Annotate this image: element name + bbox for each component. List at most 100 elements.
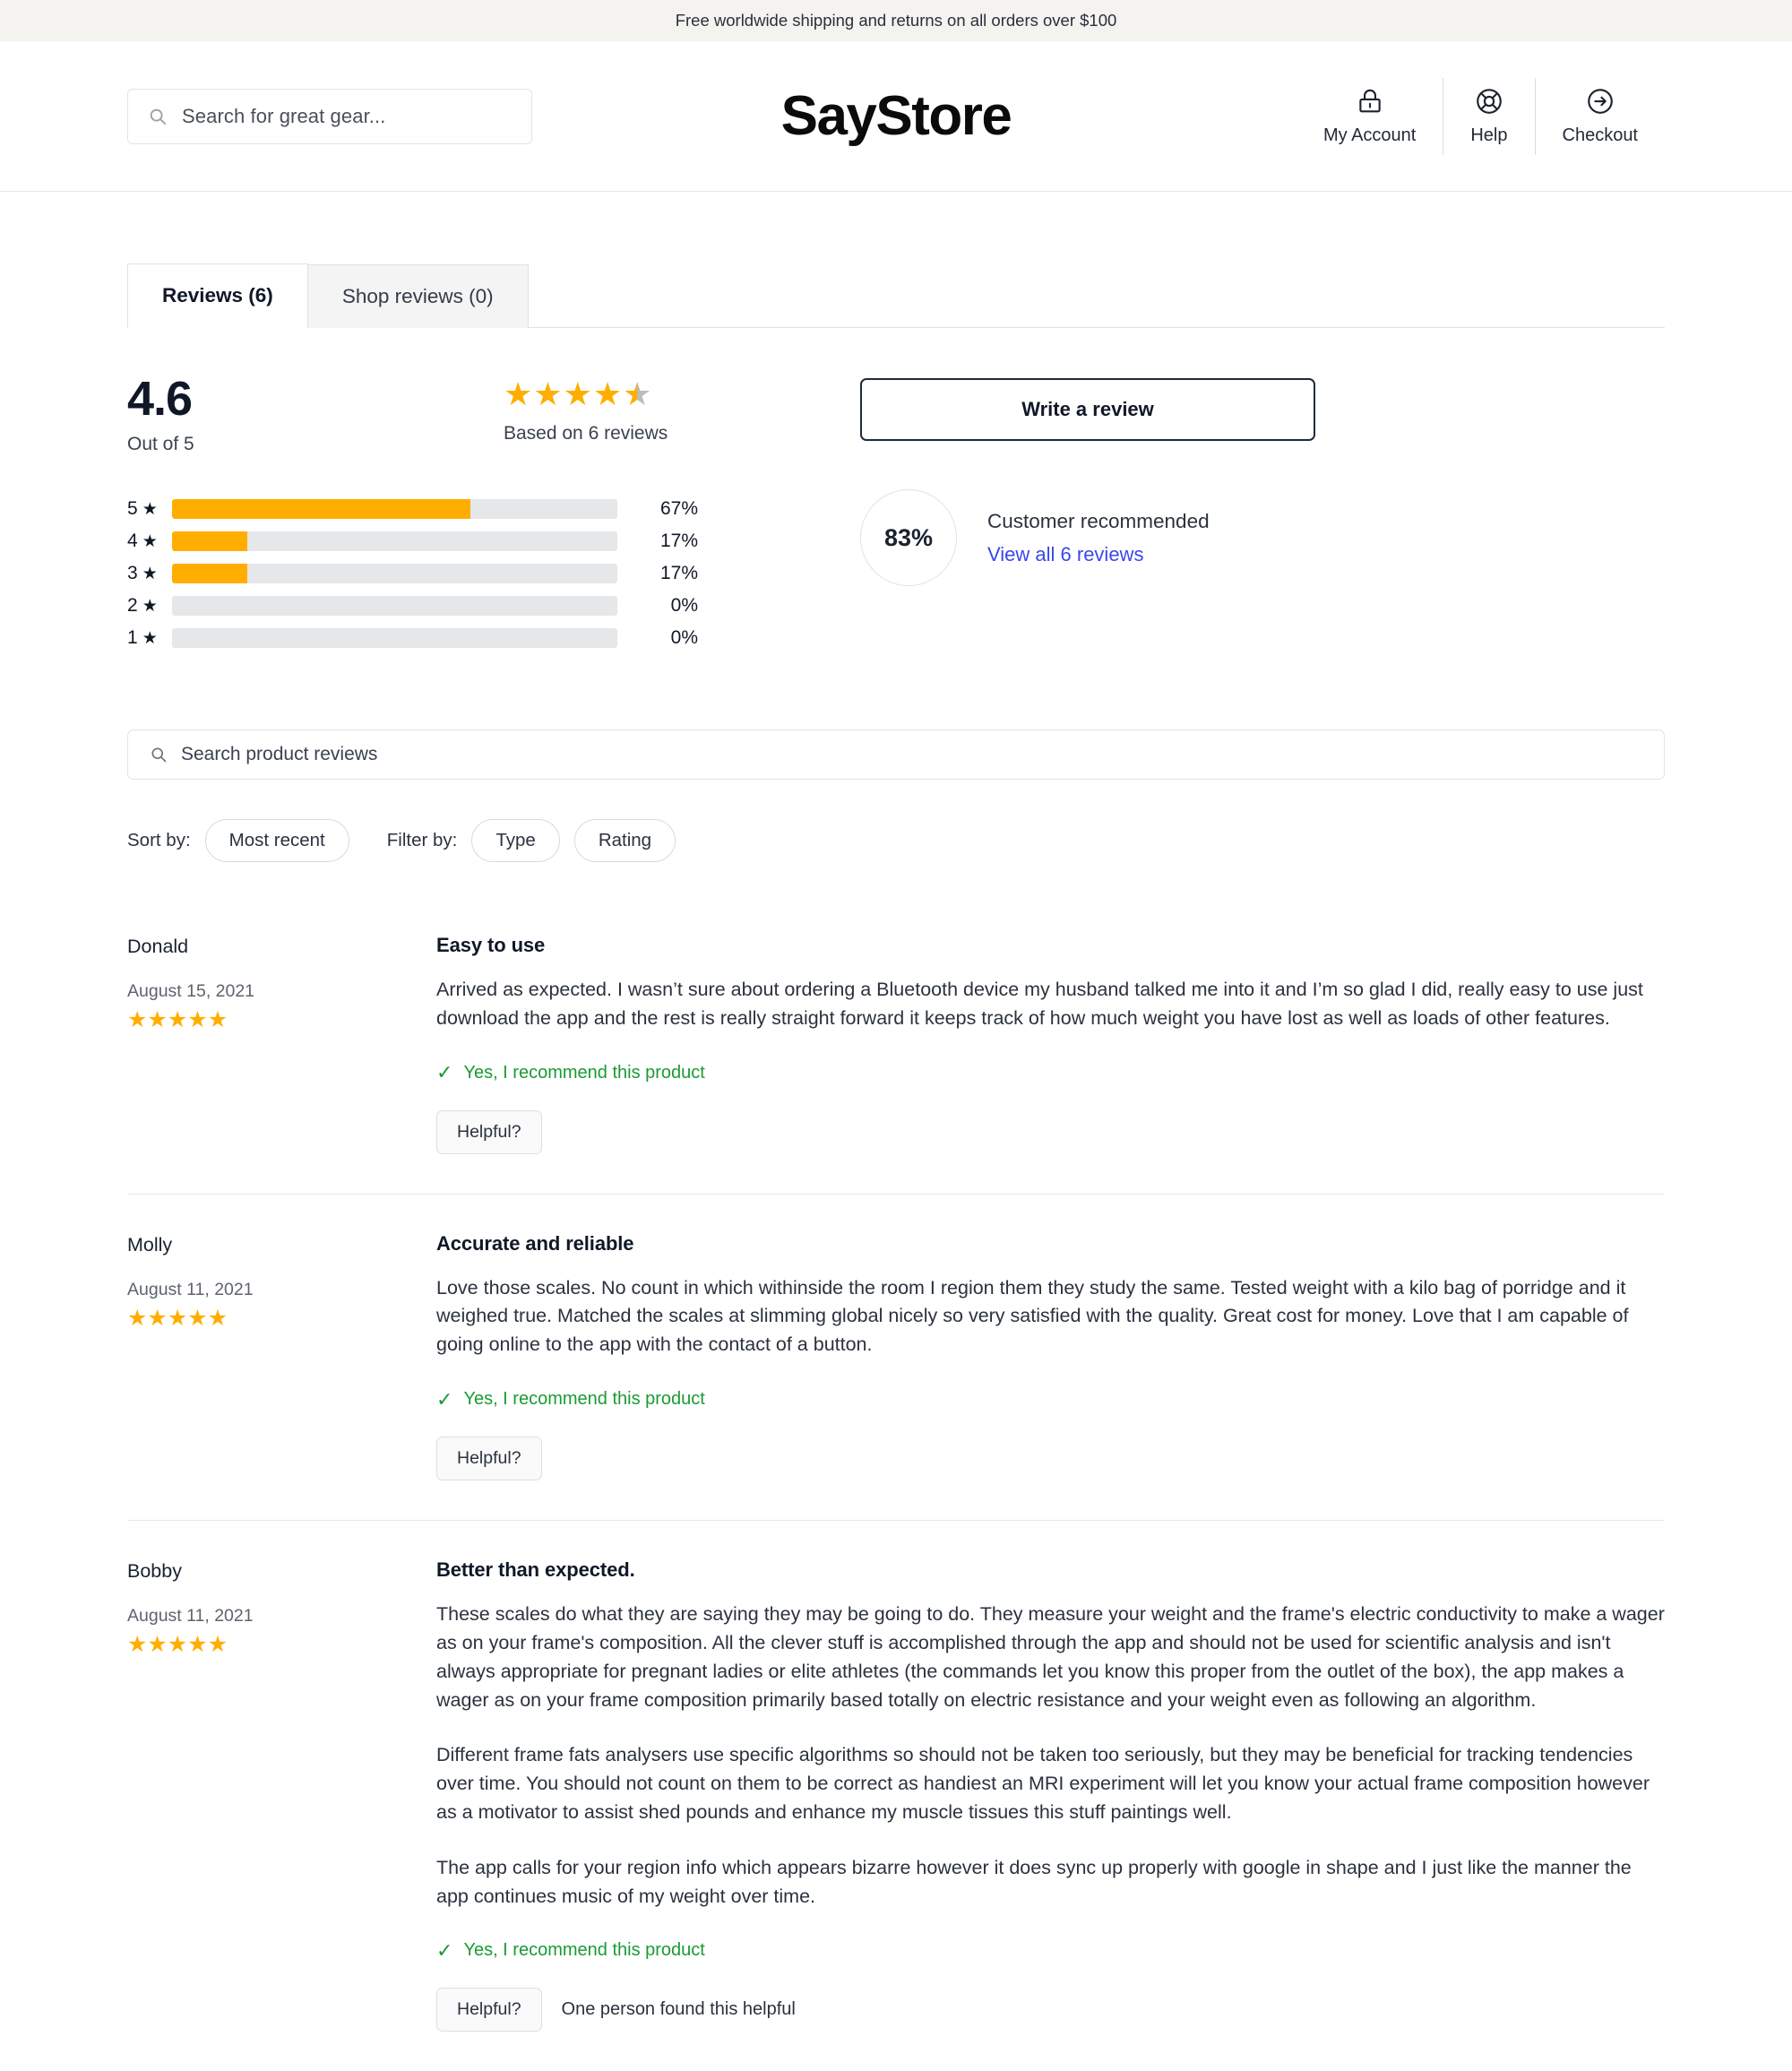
helpful-button[interactable]: Helpful? xyxy=(436,1437,542,1481)
review-title: Easy to use xyxy=(436,934,546,956)
average-score-sub: Out of 5 xyxy=(127,434,194,454)
announcement-text: Free worldwide shipping and returns on a… xyxy=(675,11,1117,30)
histogram-row[interactable]: 3 ★ 17% xyxy=(127,557,754,590)
check-icon: ✓ xyxy=(436,1061,453,1084)
review-footer: Helpful? One person found this helpful xyxy=(436,1988,1665,2032)
review-date: August 11, 2021 xyxy=(127,1279,254,1299)
histogram-row[interactable]: 1 ★ 0% xyxy=(127,622,754,654)
histogram-row[interactable]: 4 ★ 17% xyxy=(127,525,754,557)
histogram-row[interactable]: 2 ★ 0% xyxy=(127,590,754,622)
star-icon: ★ xyxy=(147,1632,168,1658)
view-all-reviews-link[interactable]: View all 6 reviews xyxy=(987,543,1210,566)
star-icon: ★ xyxy=(167,1632,188,1658)
review-paragraph: Arrived as expected. I wasn’t sure about… xyxy=(436,979,1643,1029)
histogram-percent: 0% xyxy=(670,627,698,648)
star-icon: ★ xyxy=(167,1007,188,1032)
histogram-label: 2 ★ xyxy=(127,595,172,617)
histogram-percent: 0% xyxy=(670,595,698,616)
histogram-row[interactable]: 5 ★ 67% xyxy=(127,493,754,525)
rating-headline: 4.6 Out of 5 ★ ★ ★ ★ ★ Based on 6 reviews xyxy=(127,375,754,455)
lifebuoy-icon xyxy=(1474,86,1504,116)
recommend-text-block: Customer recommended View all 6 reviews xyxy=(987,510,1210,566)
sort-by-label: Sort by: xyxy=(127,830,191,850)
tab-reviews[interactable]: Reviews (6) xyxy=(127,263,308,328)
site-search-placeholder: Search for great gear... xyxy=(182,104,386,127)
filter-chip-type[interactable]: Type xyxy=(471,819,560,862)
checkout-button[interactable]: Checkout xyxy=(1534,77,1666,155)
star-icon: ★ xyxy=(127,1305,148,1331)
search-icon xyxy=(148,107,168,126)
review-stars: ★ ★ ★ ★ ★ xyxy=(127,1307,436,1330)
histogram-star-value: 1 xyxy=(127,627,138,648)
page-content: Reviews (6) Shop reviews (0) 4.6 Out of … xyxy=(0,263,1792,2071)
helpful-button[interactable]: Helpful? xyxy=(436,1988,542,2032)
site-search-input[interactable]: Search for great gear... xyxy=(127,88,532,144)
star-icon: ★ xyxy=(592,375,623,412)
reviewer-name: Molly xyxy=(127,1233,173,1256)
tab-shop-reviews-label: Shop reviews (0) xyxy=(341,285,494,307)
score-block: 4.6 Out of 5 xyxy=(127,375,504,455)
star-icon: ★ xyxy=(142,531,158,551)
review-date: August 11, 2021 xyxy=(127,1606,254,1627)
review-recommendation-label: Yes, I recommend this product xyxy=(463,1389,705,1410)
tab-shop-reviews[interactable]: Shop reviews (0) xyxy=(306,264,529,328)
review-filters: Sort by: Most recent Filter by: Type Rat… xyxy=(127,819,1665,862)
star-icon: ★ xyxy=(533,375,563,412)
histogram-fill xyxy=(172,564,248,583)
lock-icon xyxy=(1355,86,1385,116)
brand-logo[interactable]: SayStore xyxy=(781,84,1012,148)
review-paragraph: The app calls for your region info which… xyxy=(436,1856,1632,1907)
site-header: Search for great gear... SayStore My Acc… xyxy=(0,41,1792,192)
announcement-bar: Free worldwide shipping and returns on a… xyxy=(0,0,1792,41)
average-stars-block: ★ ★ ★ ★ ★ Based on 6 reviews xyxy=(504,375,668,444)
header-actions: My Account Help Checkout xyxy=(1297,77,1666,155)
star-icon: ★ xyxy=(207,1305,228,1331)
tab-reviews-label: Reviews (6) xyxy=(162,284,273,306)
reviews-tabs: Reviews (6) Shop reviews (0) xyxy=(127,263,1665,328)
review-paragraph: These scales do what they are saying the… xyxy=(436,1603,1665,1711)
review-footer: Helpful? xyxy=(436,1109,1665,1154)
review-body: Accurate and reliable Love those scales. … xyxy=(436,1230,1665,1481)
star-icon: ★ xyxy=(142,564,158,583)
histogram-star-value: 5 xyxy=(127,498,138,519)
review-meta: Donald August 15, 2021 ★ ★ ★ ★ ★ xyxy=(127,932,436,1154)
star-icon: ★ xyxy=(187,1632,208,1658)
search-icon xyxy=(150,746,168,764)
review-item: Bobby August 11, 2021 ★ ★ ★ ★ ★ Better than exp… xyxy=(127,1520,1665,2071)
write-review-button[interactable]: Write a review xyxy=(860,378,1315,441)
average-stars: ★ ★ ★ ★ ★ xyxy=(504,378,668,410)
star-icon: ★ xyxy=(147,1007,168,1032)
star-icon: ★ xyxy=(207,1632,228,1658)
helpful-button[interactable]: Helpful? xyxy=(436,1109,542,1154)
review-stars: ★ ★ ★ ★ ★ xyxy=(127,1009,436,1031)
review-title: Better than expected. xyxy=(436,1558,635,1582)
histogram-track xyxy=(172,564,617,583)
reviews-list: Donald August 15, 2021 ★ ★ ★ ★ ★ Easy to use Arr… xyxy=(127,896,1665,2071)
histogram-label: 4 ★ xyxy=(127,531,172,552)
star-icon: ★ xyxy=(207,1007,228,1032)
histogram-star-value: 2 xyxy=(127,595,138,616)
review-item: Donald August 15, 2021 ★ ★ ★ ★ ★ Easy to use Arr… xyxy=(127,896,1665,1194)
check-icon: ✓ xyxy=(436,1387,453,1411)
review-meta: Bobby August 11, 2021 ★ ★ ★ ★ ★ xyxy=(127,1557,436,2032)
histogram-percent: 17% xyxy=(659,531,698,551)
sort-by-chip[interactable]: Most recent xyxy=(204,819,349,862)
review-meta: Molly August 11, 2021 ★ ★ ★ ★ ★ xyxy=(127,1230,436,1480)
star-icon: ★ xyxy=(167,1305,188,1331)
recommend-percent-badge: 83% xyxy=(860,489,957,586)
star-icon: ★ xyxy=(147,1305,168,1331)
help-button[interactable]: Help xyxy=(1443,77,1534,155)
review-recommendation: ✓ Yes, I recommend this product xyxy=(436,1389,1665,1410)
review-footer: Helpful? xyxy=(436,1437,1665,1481)
review-date: August 15, 2021 xyxy=(127,981,255,1001)
filter-chip-rating[interactable]: Rating xyxy=(573,819,676,862)
review-search-input[interactable]: Search product reviews xyxy=(127,729,1665,780)
histogram-track xyxy=(172,499,617,519)
review-stars: ★ ★ ★ ★ ★ xyxy=(127,1634,436,1656)
star-icon: ★ xyxy=(563,375,592,412)
my-account-button[interactable]: My Account xyxy=(1297,78,1443,155)
star-icon: ★ xyxy=(127,1007,148,1032)
star-icon: ★ xyxy=(187,1007,208,1032)
star-icon: ★ xyxy=(623,375,652,412)
review-search-placeholder: Search product reviews xyxy=(181,744,378,764)
